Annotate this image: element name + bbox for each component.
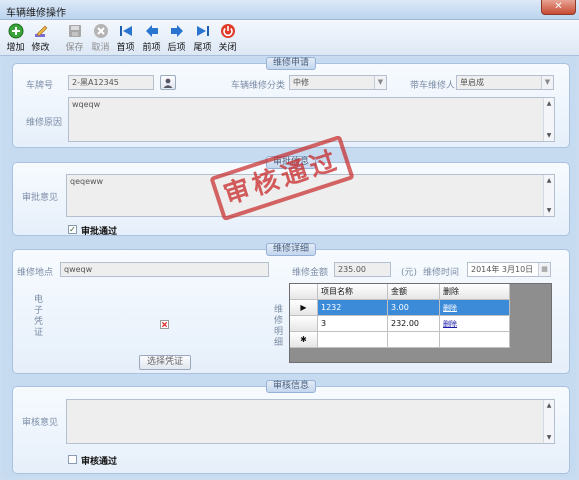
scroll-down-icon[interactable]: ▼ bbox=[544, 130, 554, 141]
time-label: 维修时间 bbox=[423, 268, 460, 278]
cancel-button[interactable]: 取消 bbox=[88, 22, 113, 54]
scroll-down-icon[interactable]: ▼ bbox=[544, 205, 554, 216]
delete-link[interactable]: 删除 bbox=[443, 320, 457, 328]
row-header[interactable] bbox=[290, 316, 318, 332]
grid-corner bbox=[290, 284, 318, 300]
next-record-button[interactable]: 后项 bbox=[164, 22, 189, 54]
table-cell: 删除 bbox=[440, 300, 510, 316]
approval-opinion-label: 审批意见 bbox=[22, 193, 59, 203]
table-cell[interactable]: 1232 bbox=[318, 300, 388, 316]
time-datepicker[interactable]: 2014年 3月10日 ▦ bbox=[467, 262, 551, 277]
current-row-icon[interactable]: ▶ bbox=[290, 300, 318, 316]
review-passed-label: 审核通过 bbox=[81, 457, 118, 467]
reason-textarea[interactable]: wqeqw ▲ ▼ bbox=[68, 97, 555, 142]
save-button[interactable]: 保存 bbox=[62, 22, 87, 54]
broken-image-icon bbox=[160, 320, 169, 329]
reason-label: 维修原因 bbox=[26, 118, 63, 128]
approval-passed-label: 审批通过 bbox=[81, 227, 118, 237]
place-label: 维修地点 bbox=[17, 268, 54, 278]
review-passed-checkbox[interactable] bbox=[68, 455, 77, 464]
scroll-up-icon[interactable]: ▲ bbox=[544, 175, 554, 186]
form-body: 维修申请 车牌号 2-黑A12345 车辆维修分类 中修 ▼ 带车维修人 单启成… bbox=[3, 57, 576, 477]
scroll-up-icon[interactable]: ▲ bbox=[544, 98, 554, 109]
toolbar: 增加 修改 保存 取消 首项 前项 后项 尾项 关闭 bbox=[0, 20, 579, 56]
plate-label: 车牌号 bbox=[26, 81, 54, 91]
save-disk-icon bbox=[68, 25, 81, 37]
amount-field[interactable]: 235.00 bbox=[334, 262, 391, 277]
add-button[interactable]: 增加 bbox=[3, 22, 28, 54]
repair-request-title: 维修申请 bbox=[265, 57, 317, 70]
close-button[interactable]: 关闭 bbox=[215, 22, 240, 54]
scroll-down-icon[interactable]: ▼ bbox=[544, 432, 554, 443]
category-label: 车辆维修分类 bbox=[231, 81, 286, 91]
review-opinion-textarea[interactable]: ▲ ▼ bbox=[66, 399, 555, 444]
amount-label: 维修金额 bbox=[292, 268, 329, 278]
items-label: 维修明细 bbox=[274, 305, 284, 348]
approval-passed-checkbox[interactable]: ✓ bbox=[68, 225, 77, 234]
table-cell: 删除 bbox=[440, 316, 510, 332]
power-close-icon bbox=[220, 24, 235, 38]
place-field[interactable]: qweqw bbox=[60, 262, 269, 277]
repair-detail-group: 维修详细 维修地点 qweqw 维修金额 235.00 (元) 维修时间 201… bbox=[12, 243, 570, 374]
table-cell[interactable] bbox=[440, 332, 510, 348]
scrollbar[interactable]: ▲ ▼ bbox=[543, 400, 554, 443]
repair-items-grid: 项目名称 金额 删除 ▶ 1232 3.00 删除 3 232.00 删除 ✱ bbox=[289, 283, 552, 363]
next-record-icon bbox=[170, 25, 183, 37]
table-cell[interactable]: 3 bbox=[318, 316, 388, 332]
window-close-button[interactable]: ✕ bbox=[541, 0, 576, 15]
review-opinion-label: 审核意见 bbox=[22, 418, 59, 428]
plate-field[interactable]: 2-黑A12345 bbox=[68, 75, 154, 90]
person-label: 带车维修人 bbox=[410, 81, 456, 91]
table-cell[interactable] bbox=[388, 332, 440, 348]
chevron-down-icon: ▼ bbox=[374, 76, 386, 89]
last-record-icon bbox=[196, 26, 209, 36]
column-header[interactable]: 金额 bbox=[388, 284, 440, 300]
scrollbar[interactable]: ▲ ▼ bbox=[543, 175, 554, 216]
category-select[interactable]: 中修 ▼ bbox=[289, 75, 387, 90]
window-title: 车辆维修操作 bbox=[6, 8, 66, 19]
chevron-down-icon: ▼ bbox=[541, 76, 553, 89]
person-select[interactable]: 单启成 ▼ bbox=[456, 75, 554, 90]
review-title: 审核信息 bbox=[265, 380, 317, 393]
calendar-icon: ▦ bbox=[538, 263, 550, 276]
scrollbar[interactable]: ▲ ▼ bbox=[543, 98, 554, 141]
cancel-icon bbox=[93, 24, 108, 38]
column-header[interactable]: 项目名称 bbox=[318, 284, 388, 300]
table-cell[interactable] bbox=[318, 332, 388, 348]
repair-request-group: 维修申请 车牌号 2-黑A12345 车辆维修分类 中修 ▼ 带车维修人 单启成… bbox=[12, 57, 570, 148]
pick-plate-button[interactable] bbox=[160, 75, 176, 90]
repair-detail-title: 维修详细 bbox=[265, 243, 317, 256]
scroll-up-icon[interactable]: ▲ bbox=[544, 400, 554, 411]
plus-circle-icon bbox=[8, 23, 23, 39]
user-icon bbox=[163, 78, 173, 88]
previous-record-icon bbox=[145, 25, 158, 37]
edit-pencil-icon bbox=[34, 25, 47, 37]
title-bar: 车辆维修操作 ✕ bbox=[0, 0, 579, 20]
unit-label: (元) bbox=[401, 268, 418, 278]
voucher-label: 电子凭证 bbox=[34, 295, 44, 338]
delete-link[interactable]: 删除 bbox=[443, 304, 457, 312]
edit-button[interactable]: 修改 bbox=[28, 22, 53, 54]
review-group: 审核信息 审核意见 ▲ ▼ 审核通过 bbox=[12, 380, 570, 474]
new-row-icon[interactable]: ✱ bbox=[290, 332, 318, 348]
previous-record-button[interactable]: 前项 bbox=[139, 22, 164, 54]
first-record-button[interactable]: 首项 bbox=[113, 22, 138, 54]
last-record-button[interactable]: 尾项 bbox=[190, 22, 215, 54]
choose-voucher-button[interactable]: 选择凭证 bbox=[139, 355, 191, 370]
table-cell[interactable]: 3.00 bbox=[388, 300, 440, 316]
first-record-icon bbox=[119, 26, 132, 36]
table-cell[interactable]: 232.00 bbox=[388, 316, 440, 332]
column-header[interactable]: 删除 bbox=[440, 284, 510, 300]
